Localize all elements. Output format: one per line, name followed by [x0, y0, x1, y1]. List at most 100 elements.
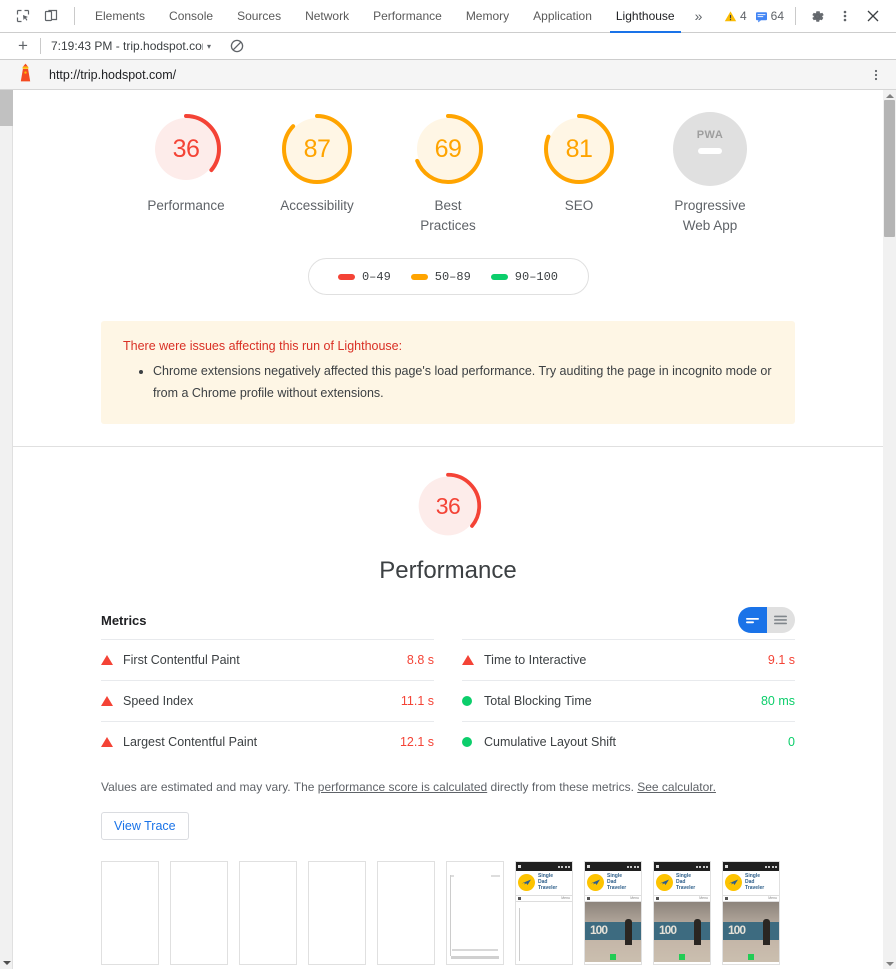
- filmstrip-frame[interactable]: [446, 861, 504, 965]
- filmstrip-frame[interactable]: [170, 861, 228, 965]
- kebab-menu-icon[interactable]: [866, 64, 886, 86]
- metric-name: Time to Interactive: [484, 653, 587, 667]
- metric-cumulative-layout-shift[interactable]: Cumulative Layout Shift 0: [462, 721, 795, 762]
- gauge-label: Performance: [147, 198, 225, 213]
- mock-hero-image: 100: [654, 901, 710, 962]
- metrics-grid: First Contentful Paint 8.8 s Speed Index…: [101, 639, 795, 762]
- see-calculator-link[interactable]: See calculator.: [637, 780, 716, 794]
- gauge-performance[interactable]: 36 Performance: [137, 112, 235, 216]
- footnote-text: directly from these metrics.: [487, 780, 638, 794]
- tab-performance[interactable]: Performance: [361, 0, 454, 33]
- toggle-simple-view[interactable]: [738, 607, 767, 633]
- tab-label: Network: [305, 9, 350, 23]
- metrics-footnote: Values are estimated and may vary. The p…: [101, 778, 795, 796]
- gauge-accessibility[interactable]: 87 Accessibility: [268, 112, 366, 216]
- metrics-view-toggle[interactable]: [738, 607, 795, 633]
- report-select[interactable]: 7:19:43 PM - trip.hodspot.com ▾: [51, 39, 211, 53]
- mock-nav-bar: Menu: [516, 894, 572, 902]
- tab-application[interactable]: Application: [521, 0, 604, 33]
- metric-name: Total Blocking Time: [484, 694, 592, 708]
- gauge-best-practices[interactable]: 69 Best Practices: [399, 112, 497, 236]
- messages-counter[interactable]: 64: [752, 9, 787, 23]
- score-calculation-link[interactable]: performance score is calculated: [318, 780, 487, 794]
- mock-site-logo: Single Dad Traveler: [723, 871, 779, 895]
- toolbar-divider: [795, 7, 796, 25]
- mock-site-logo: Single Dad Traveler: [585, 871, 641, 895]
- lighthouse-logo-icon: [18, 63, 33, 87]
- metric-total-blocking-time[interactable]: Total Blocking Time 80 ms: [462, 680, 795, 721]
- page-skeleton-header: [450, 875, 500, 879]
- mock-hero-image: 100: [723, 901, 779, 962]
- filmstrip-frame[interactable]: Single Dad Traveler Menu 100: [584, 861, 642, 965]
- metrics-column-right: Time to Interactive 9.1 s Total Blocking…: [462, 639, 795, 762]
- legend-swatch: [490, 273, 508, 280]
- report-url[interactable]: http://trip.hodspot.com/: [49, 68, 176, 82]
- tab-memory[interactable]: Memory: [454, 0, 521, 33]
- run-warnings: There were issues affecting this run of …: [13, 295, 883, 424]
- gauge-ring: 69: [411, 112, 485, 186]
- report-select-label: 7:19:43 PM - trip.hodspot.com: [51, 39, 203, 53]
- tab-label: Memory: [465, 9, 510, 23]
- metric-first-contentful-paint[interactable]: First Contentful Paint 8.8 s: [101, 639, 434, 680]
- gauge-value: 81: [565, 134, 593, 163]
- warnings-count: 4: [739, 9, 747, 23]
- devtools-window: Elements Console Sources Network Perform…: [0, 0, 896, 969]
- filmstrip-frame[interactable]: [239, 861, 297, 965]
- page-skeleton-text: [452, 949, 498, 951]
- report-scrollbar[interactable]: [883, 90, 896, 969]
- scrollbar-thumb[interactable]: [0, 90, 13, 126]
- tab-lighthouse[interactable]: Lighthouse: [604, 0, 687, 33]
- outer-scrollbar[interactable]: [0, 90, 13, 969]
- tab-elements[interactable]: Elements: [83, 0, 157, 33]
- gauge-seo[interactable]: 81 SEO: [530, 112, 628, 216]
- tab-console[interactable]: Console: [157, 0, 225, 33]
- performance-gauge: 36: [413, 471, 483, 541]
- tab-network[interactable]: Network: [293, 0, 361, 33]
- clear-all-icon[interactable]: [227, 36, 247, 56]
- warnings-counter[interactable]: 4: [721, 9, 750, 23]
- performance-hero: 36 Performance: [13, 447, 883, 585]
- more-tabs-icon[interactable]: »: [687, 0, 711, 33]
- scroll-down-arrow-icon[interactable]: [0, 956, 13, 969]
- score-legend: 0–49 50–89 90–100: [307, 258, 589, 295]
- tab-label: Console: [169, 9, 214, 23]
- warning-icon: [724, 10, 737, 21]
- view-trace-button[interactable]: View Trace: [101, 812, 189, 840]
- inspect-element-icon[interactable]: [10, 3, 36, 29]
- hero-text: 100: [590, 922, 608, 937]
- gauge-pwa[interactable]: PWA Progressive Web App: [661, 112, 759, 236]
- filmstrip-frame[interactable]: [101, 861, 159, 965]
- filmstrip-frame[interactable]: Single Dad Traveler Menu 100: [653, 861, 711, 965]
- nav-label: Menu: [768, 896, 777, 900]
- metric-time-to-interactive[interactable]: Time to Interactive 9.1 s: [462, 639, 795, 680]
- close-icon[interactable]: [860, 3, 886, 29]
- legend-swatch: [410, 273, 428, 280]
- filmstrip-frame[interactable]: [308, 861, 366, 965]
- kebab-menu-icon[interactable]: [832, 3, 858, 29]
- scrollbar-thumb[interactable]: [884, 100, 895, 237]
- metric-value: 8.8 s: [406, 653, 434, 667]
- filmstrip-frame[interactable]: [377, 861, 435, 965]
- mock-brand-text: Single Dad Traveler: [538, 873, 557, 892]
- devtools-left-icons: [4, 3, 83, 29]
- metric-largest-contentful-paint[interactable]: Largest Contentful Paint 12.1 s: [101, 721, 434, 762]
- toggle-expanded-view[interactable]: [766, 607, 795, 633]
- metric-name: Largest Contentful Paint: [123, 735, 258, 749]
- mock-nav-bar: Menu: [654, 894, 710, 902]
- mock-hero-image: 100: [585, 901, 641, 962]
- page-skeleton-bar: [519, 908, 520, 961]
- metrics-header: Metrics: [101, 607, 795, 639]
- filmstrip-frame[interactable]: Single Dad Traveler Menu: [515, 861, 573, 965]
- new-audit-button[interactable]: +: [12, 37, 34, 56]
- scores-header: 36 Performance 87 Accessibility 69 Best …: [13, 90, 883, 295]
- device-toolbar-icon[interactable]: [38, 3, 64, 29]
- scroll-down-arrow-icon[interactable]: [883, 958, 896, 969]
- hamburger-icon: [518, 896, 521, 900]
- metric-speed-index[interactable]: Speed Index 11.1 s: [101, 680, 434, 721]
- gear-icon[interactable]: [804, 3, 830, 29]
- filmstrip-frame[interactable]: Single Dad Traveler Menu 100: [722, 861, 780, 965]
- tab-sources[interactable]: Sources: [225, 0, 293, 33]
- nav-label: Menu: [561, 896, 570, 900]
- gauge-label: Best Practices: [420, 198, 476, 233]
- hamburger-icon: [587, 896, 590, 900]
